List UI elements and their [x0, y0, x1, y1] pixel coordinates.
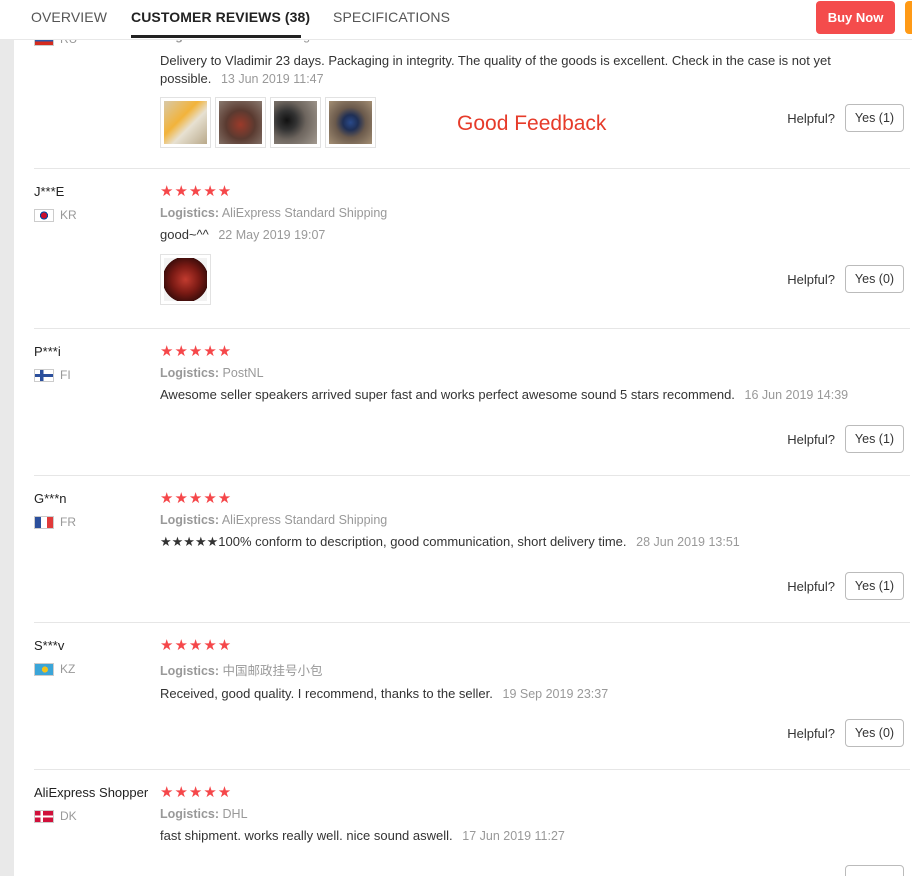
south-korea-flag-icon: [34, 208, 54, 222]
review-date: 13 Jun 2019 11:47: [220, 72, 324, 86]
helpful-section: Helpful? Yes (0): [787, 265, 904, 293]
review-item: P***i FI ★★★★★ Logistics: PostNL Awesome…: [34, 344, 910, 476]
logistics-label: Logistics:: [160, 664, 220, 678]
helpful-label: Helpful?: [787, 578, 835, 594]
logistics-method: PostNL: [222, 366, 264, 380]
review-item: S***v KZ ★★★★★ Logistics: 中国邮政挂号小包 Recei…: [34, 638, 910, 770]
review-body: fast shipment. works really well. nice s…: [160, 828, 453, 843]
logistics-info: Logistics: 中国邮政挂号小包: [160, 660, 880, 679]
logistics-info: Logistics: PostNL: [160, 366, 880, 380]
buyer-name: G***n: [34, 491, 67, 506]
buyer-name: J***E: [34, 184, 65, 199]
buyer-country: DK: [34, 809, 77, 823]
star-rating: ★★★★★: [160, 784, 233, 801]
helpful-section: Helpful? Yes (1): [787, 572, 904, 600]
add-to-cart-button[interactable]: [905, 1, 912, 34]
review-item: G***n FR ★★★★★ Logistics: AliExpress Sta…: [34, 491, 910, 623]
review-body: Awesome seller speakers arrived super fa…: [160, 387, 735, 402]
review-text: ★★★★★100% conform to description, good c…: [160, 533, 880, 551]
logistics-label: Logistics:: [160, 206, 220, 220]
country-code: FR: [60, 515, 76, 529]
buyer-country: KR: [34, 208, 77, 222]
logistics-label: Logistics:: [160, 807, 220, 821]
logistics-label: Logistics:: [160, 513, 220, 527]
review-text: Received, good quality. I recommend, tha…: [160, 685, 880, 703]
logistics-info: Logistics: DHL: [160, 807, 880, 821]
buyer-country: FR: [34, 515, 76, 529]
review-date: 28 Jun 2019 13:51: [636, 535, 740, 549]
good-feedback-annotation: Good Feedback: [457, 112, 607, 135]
review-body: Received, good quality. I recommend, tha…: [160, 686, 493, 701]
buyer-name: AliExpress Shopper: [34, 785, 149, 800]
review-date: 16 Jun 2019 14:39: [744, 388, 849, 402]
helpful-label: Helpful?: [787, 725, 835, 741]
tab-customer-reviews[interactable]: CUSTOMER REVIEWS (38): [131, 9, 310, 25]
review-date: 22 May 2019 19:07: [218, 228, 326, 242]
review-body: good~^^: [160, 227, 209, 242]
review-item: J***E KR ★★★★★ Logistics: AliExpress Sta…: [34, 184, 910, 329]
active-tab-indicator: [131, 35, 301, 38]
logistics-info: Logistics: AliExpress Standard Shipping: [160, 513, 880, 527]
helpful-yes-button[interactable]: Yes (1): [845, 425, 904, 453]
review-photo[interactable]: [160, 97, 211, 148]
finland-flag-icon: [34, 368, 54, 382]
helpful-section: Helpful? Yes (1): [787, 104, 904, 132]
country-code: KR: [60, 208, 77, 222]
review-item: RU Logistics: China Post Registered Air …: [34, 26, 910, 169]
helpful-yes-button[interactable]: Yes (1): [845, 572, 904, 600]
review-photo[interactable]: [325, 97, 376, 148]
star-rating: ★★★★★: [160, 490, 233, 507]
review-item: AliExpress Shopper DK ★★★★★ Logistics: D…: [34, 785, 910, 876]
tab-specifications[interactable]: SPECIFICATIONS: [333, 9, 450, 25]
review-photo[interactable]: [215, 97, 266, 148]
logistics-method: DHL: [222, 807, 248, 821]
helpful-yes-button[interactable]: Yes (1): [845, 104, 904, 132]
country-code: FI: [60, 368, 71, 382]
logistics-label: Logistics:: [160, 366, 220, 380]
review-text: good~^^ 22 May 2019 19:07: [160, 226, 880, 244]
helpful-section: Helpful? Yes (0): [787, 719, 904, 747]
review-text: Delivery to Vladimir 23 days. Packaging …: [160, 52, 880, 88]
helpful-label: Helpful?: [787, 110, 835, 126]
logistics-method: 中国邮政挂号小包: [222, 663, 323, 678]
denmark-flag-icon: [34, 809, 54, 823]
buyer-country: KZ: [34, 662, 75, 676]
review-photo[interactable]: [160, 254, 211, 305]
buy-now-button[interactable]: Buy Now: [816, 1, 895, 34]
review-text: Awesome seller speakers arrived super fa…: [160, 386, 880, 404]
review-text: fast shipment. works really well. nice s…: [160, 827, 880, 845]
review-photo[interactable]: [270, 97, 321, 148]
logistics-method: AliExpress Standard Shipping: [221, 513, 388, 527]
country-code: KZ: [60, 662, 76, 676]
buyer-name: S***v: [34, 638, 65, 653]
left-scroll-strip: [0, 0, 14, 876]
helpful-label: Helpful?: [787, 431, 835, 447]
helpful-yes-button[interactable]: Yes (0): [845, 265, 904, 293]
review-photos: [160, 254, 880, 305]
tab-bar: OVERVIEW CUSTOMER REVIEWS (38) SPECIFICA…: [0, 0, 912, 40]
review-date: 19 Sep 2019 23:37: [502, 687, 609, 701]
star-rating: ★★★★★: [160, 183, 233, 200]
star-rating: ★★★★★: [160, 343, 233, 360]
logistics-info: Logistics: AliExpress Standard Shipping: [160, 206, 880, 220]
kazakhstan-flag-icon: [34, 662, 54, 676]
review-body: ★★★★★100% conform to description, good c…: [160, 534, 627, 549]
helpful-yes-button[interactable]: Yes (0): [845, 719, 904, 747]
review-date: 17 Jun 2019 11:27: [462, 829, 565, 843]
helpful-label: Helpful?: [787, 271, 835, 287]
buyer-name: P***i: [34, 344, 61, 359]
country-code: DK: [60, 809, 77, 823]
france-flag-icon: [34, 515, 54, 529]
helpful-yes-button[interactable]: [845, 865, 904, 876]
star-rating: ★★★★★: [160, 637, 233, 654]
helpful-section: Helpful? Yes (1): [787, 425, 904, 453]
tab-overview[interactable]: OVERVIEW: [31, 9, 107, 25]
logistics-method: AliExpress Standard Shipping: [221, 206, 388, 220]
buyer-country: FI: [34, 368, 71, 382]
helpful-section: [845, 865, 904, 876]
